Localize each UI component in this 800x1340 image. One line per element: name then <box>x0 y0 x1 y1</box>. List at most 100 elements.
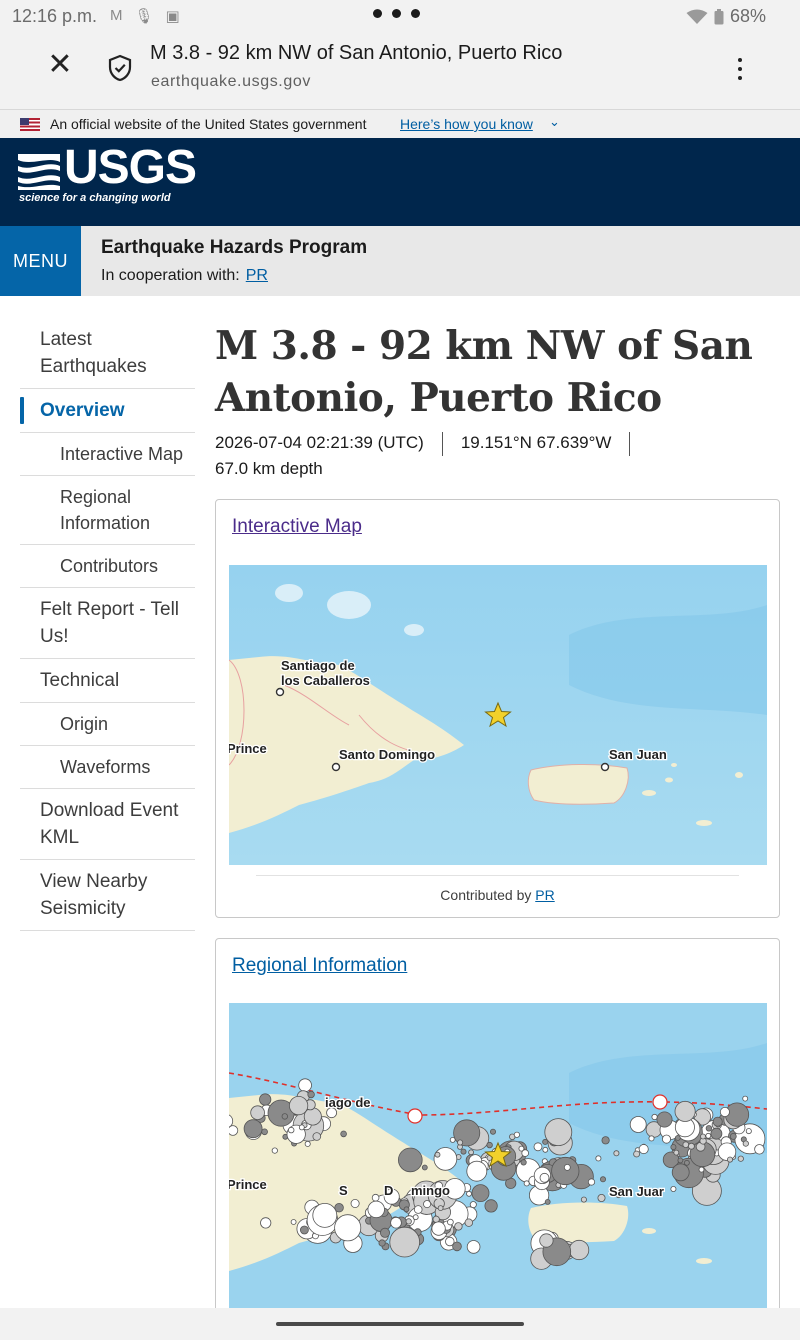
sidebar-item-waveforms[interactable]: Waveforms <box>20 746 195 789</box>
event-title: M 3.8 - 92 km NW of San Antonio, Puerto … <box>215 323 753 421</box>
sidebar-item-download-kml[interactable]: Download Event KML <box>20 789 195 860</box>
sidebar-item-felt-report[interactable]: Felt Report - Tell Us! <box>20 588 195 659</box>
earthquake-marker <box>460 1148 467 1155</box>
earthquake-marker <box>539 1233 554 1248</box>
earthquake-marker <box>431 1221 446 1236</box>
system-nav-bar <box>0 1308 800 1340</box>
earthquake-marker <box>281 1113 288 1120</box>
earthquake-marker <box>334 1214 362 1242</box>
sidebar-item-technical[interactable]: Technical <box>20 659 195 703</box>
earthquake-marker <box>671 1163 690 1182</box>
meta-divider <box>441 431 443 456</box>
battery-icon <box>714 8 724 24</box>
earthquake-marker <box>742 1140 749 1147</box>
cooperation-link[interactable]: PR <box>246 267 268 284</box>
earthquake-marker <box>568 1239 590 1261</box>
earthquake-marker <box>613 1150 620 1157</box>
earthquake-marker <box>304 1140 311 1147</box>
usgs-tagline: science for a changing world <box>19 192 171 204</box>
earthquake-marker <box>597 1193 606 1202</box>
sidebar-item-contributors[interactable]: Contributors <box>20 545 195 588</box>
usgs-logo[interactable]: USGS science for a changing world <box>18 144 197 208</box>
map-label-santiago-1: Santiago de <box>281 658 355 673</box>
earthquake-marker <box>742 1095 749 1102</box>
sidebar-item-overview[interactable]: Overview <box>20 389 195 433</box>
battery-level: 68% <box>729 6 766 26</box>
earthquake-marker <box>433 1147 458 1171</box>
earthquake-marker <box>298 1078 312 1092</box>
earthquake-marker <box>542 1146 549 1153</box>
earthquake-marker <box>754 1144 765 1155</box>
browser-toolbar: ✕ M 3.8 - 92 km NW of San Antonio, Puert… <box>0 32 800 110</box>
screenshot-icon: ▣ <box>165 8 180 25</box>
earthquake-marker <box>340 1130 347 1138</box>
earthquake-marker <box>629 1116 647 1133</box>
interactive-map-image[interactable]: Santiago de los Caballeros Prince Santo … <box>229 565 767 865</box>
earthquake-marker <box>378 1239 386 1247</box>
sidebar-item-latest-earthquakes[interactable]: Latest Earthquakes <box>20 318 195 389</box>
earthquake-marker <box>445 1236 455 1247</box>
earthquake-marker <box>312 1132 322 1141</box>
event-location: 19.151°N 67.639°W <box>460 433 612 452</box>
earthquake-marker <box>447 1218 454 1226</box>
earthquake-marker <box>390 1216 402 1229</box>
earthquake-marker <box>705 1125 713 1132</box>
earthquake-marker <box>712 1116 723 1127</box>
earthquake-marker <box>700 1133 706 1140</box>
regional-map-image[interactable]: iago de Prince S D mingo San Juar <box>229 1003 767 1308</box>
earthquake-marker <box>648 1135 655 1142</box>
menu-button[interactable]: MENU <box>0 226 81 296</box>
status-right: 68% <box>686 6 766 27</box>
earthquake-marker <box>674 1135 681 1141</box>
earthquake-marker <box>412 1214 419 1221</box>
camera-cutout-dots <box>373 9 420 18</box>
sidebar-nav: Latest Earthquakes Overview Interactive … <box>20 318 195 931</box>
earthquake-marker <box>484 1199 498 1213</box>
regional-label-port-au-prince: Prince <box>229 1177 267 1192</box>
cooperation-label: In cooperation with: <box>101 267 240 284</box>
gov-banner-link[interactable]: Here’s how you know <box>400 116 533 132</box>
sidebar-item-regional-information[interactable]: Regional Information <box>20 476 195 545</box>
sidebar-item-origin[interactable]: Origin <box>20 703 195 746</box>
earthquake-marker <box>466 1160 488 1182</box>
regional-information-link[interactable]: Regional Information <box>232 955 407 977</box>
close-icon[interactable]: ✕ <box>46 50 74 80</box>
earthquake-marker <box>471 1184 490 1203</box>
regional-label-santiago: iago de <box>325 1095 371 1110</box>
earthquake-marker <box>520 1159 527 1166</box>
earthquake-marker <box>260 1217 272 1229</box>
gov-banner: An official website of the United States… <box>0 110 800 138</box>
home-gesture-handle[interactable] <box>276 1322 524 1326</box>
us-flag-icon <box>20 118 40 131</box>
earthquake-marker <box>544 1198 551 1205</box>
url-domain[interactable]: earthquake.usgs.gov <box>151 73 311 91</box>
earthquake-marker <box>595 1155 602 1162</box>
gov-banner-text: An official website of the United States… <box>50 116 367 132</box>
usgs-waves-icon <box>18 154 60 190</box>
more-vert-icon[interactable] <box>728 54 752 84</box>
contributed-by-link[interactable]: PR <box>535 887 554 903</box>
earthquake-marker <box>638 1144 649 1155</box>
event-time: 2026-07-04 02:21:39 (UTC) <box>215 433 424 452</box>
earthquake-marker <box>726 1156 733 1163</box>
map-label-santiago-2: los Caballeros <box>281 673 370 688</box>
event-summary: M 3.8 - 92 km NW of San Antonio, Puerto … <box>215 320 780 482</box>
sidebar-item-nearby-seismicity[interactable]: View Nearby Seismicity <box>20 860 195 931</box>
map-label-san-juan: San Juan <box>609 747 667 762</box>
map-label-santo-domingo: Santo Domingo <box>339 747 435 762</box>
earthquake-marker <box>457 1139 464 1146</box>
earthquake-marker <box>698 1166 705 1173</box>
shield-check-icon[interactable] <box>106 54 134 82</box>
chevron-down-icon[interactable]: ⌄ <box>549 114 560 130</box>
earthquake-marker <box>601 1136 610 1145</box>
earthquake-marker <box>544 1118 573 1147</box>
earthquake-marker <box>288 1126 295 1134</box>
sidebar-item-interactive-map[interactable]: Interactive Map <box>20 433 195 476</box>
interactive-map-link[interactable]: Interactive Map <box>232 516 362 538</box>
earthquake-marker <box>539 1172 550 1183</box>
earthquake-marker <box>421 1164 428 1171</box>
mic-icon: 🎙 <box>134 8 154 25</box>
earthquake-marker <box>367 1200 385 1219</box>
program-name[interactable]: Earthquake Hazards Program <box>101 237 367 259</box>
earthquake-marker <box>729 1132 737 1140</box>
